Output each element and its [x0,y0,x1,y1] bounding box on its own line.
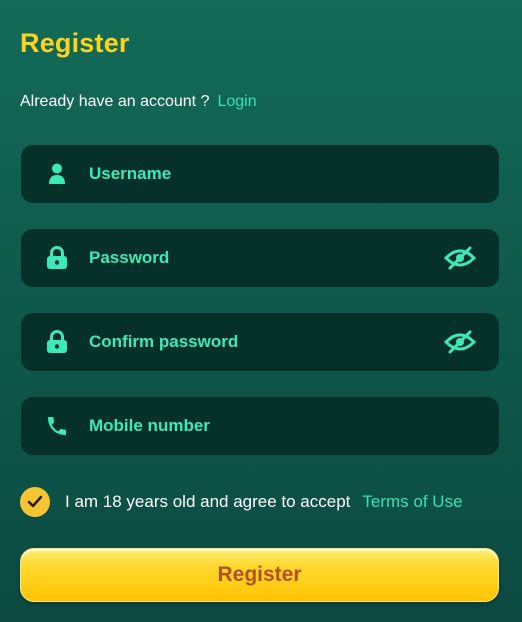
register-button[interactable]: Register [20,548,499,602]
check-icon [27,495,43,508]
terms-checkbox[interactable] [20,487,50,517]
mobile-number-input[interactable]: Mobile number [89,416,477,436]
password-input[interactable]: Password [89,248,443,268]
confirm-password-field[interactable]: Confirm password [21,313,499,371]
page-title: Register [20,28,130,58]
mobile-number-field[interactable]: Mobile number [21,397,499,455]
lock-icon [43,244,71,272]
register-panel: Register Already have an account ? Login… [0,0,522,622]
phone-icon [43,412,71,440]
user-icon [43,160,71,188]
lock-icon [43,328,71,356]
terms-text: I am 18 years old and agree to accept [65,492,351,511]
terms-of-use-link[interactable]: Terms of Use [362,492,462,512]
terms-row: I am 18 years old and agree to accept Te… [20,487,463,517]
login-prompt-text: Already have an account ? [20,93,210,110]
username-field[interactable]: Username [21,145,499,203]
confirm-password-input[interactable]: Confirm password [89,332,443,352]
login-link[interactable]: Login [217,93,256,111]
login-prompt-row: Already have an account ? Login [20,93,257,111]
password-field[interactable]: Password [21,229,499,287]
eye-slash-icon[interactable] [443,244,477,272]
username-input[interactable]: Username [89,164,477,184]
eye-slash-icon[interactable] [443,328,477,356]
